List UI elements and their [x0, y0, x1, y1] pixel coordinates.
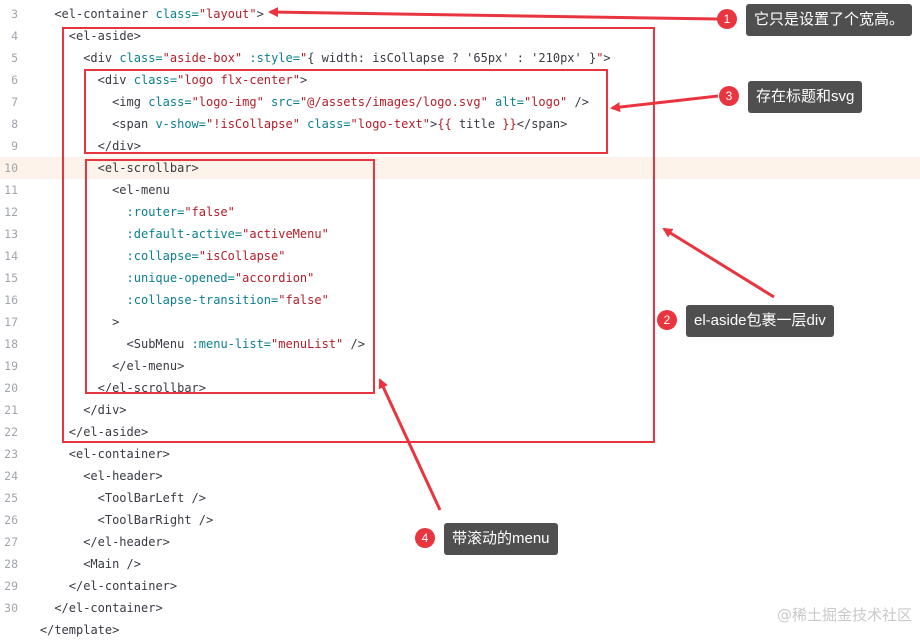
watermark: @稀土掘金技术社区: [776, 606, 912, 624]
arrow-4: [378, 378, 442, 511]
arrow-1: [268, 7, 719, 21]
arrow-2: [662, 227, 775, 299]
annotation-badge-4: 4: [415, 528, 435, 548]
annotation-badge-1: 1: [717, 9, 737, 29]
arrow-3: [610, 94, 719, 113]
annotation-callout-4: 带滚动的menu: [444, 523, 558, 555]
annotation-badge-3: 3: [719, 86, 739, 106]
annotation-badge-2: 2: [657, 310, 677, 330]
annotation-callout-2: el-aside包裹一层div: [686, 305, 834, 337]
annotation-callout-1: 它只是设置了个宽高。: [746, 4, 913, 36]
annotation-callout-3: 存在标题和svg: [748, 81, 863, 113]
